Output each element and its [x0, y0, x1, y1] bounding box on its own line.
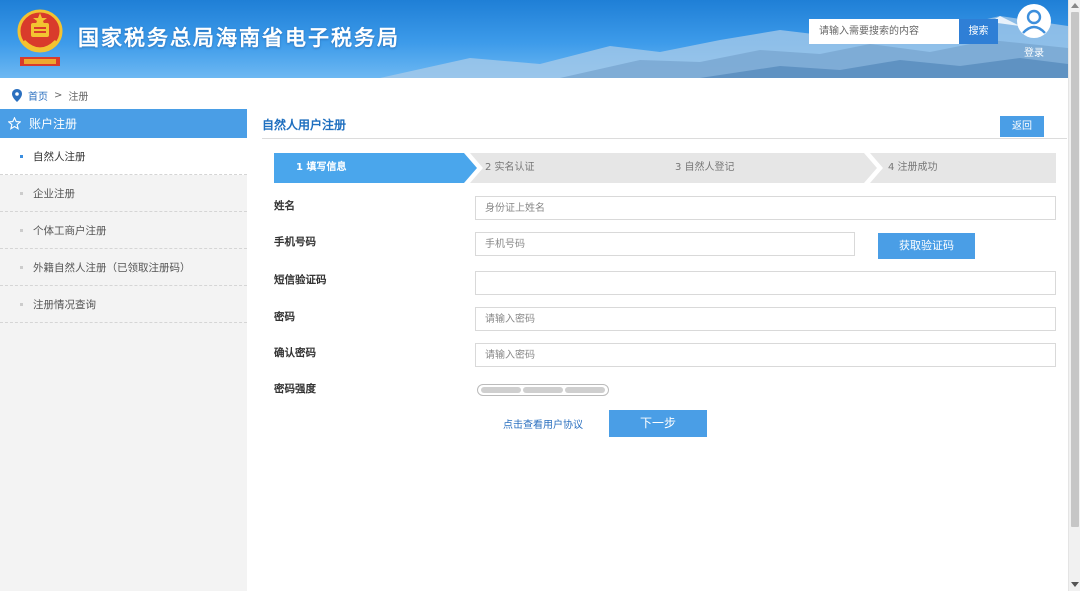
sidebar: 账户注册 自然人注册 企业注册 个体工商户注册 外籍自然人注册（已领取注册码） …: [0, 109, 247, 591]
star-icon: [8, 117, 21, 130]
sidebar-item-foreign-person[interactable]: 外籍自然人注册（已领取注册码）: [0, 249, 247, 286]
sidebar-item-label: 外籍自然人注册（已领取注册码）: [33, 261, 191, 274]
sidebar-item-label: 注册情况查询: [33, 298, 96, 311]
get-code-button[interactable]: 获取验证码: [878, 233, 975, 259]
phone-input[interactable]: [475, 232, 855, 256]
site-title: 国家税务总局海南省电子税务局: [78, 26, 400, 50]
password-strength-meter: [477, 384, 609, 396]
bullet-icon: [20, 228, 23, 232]
sidebar-item-label: 自然人注册: [33, 150, 86, 163]
sidebar-item-natural-person[interactable]: 自然人注册: [0, 138, 247, 175]
login-label: 登录: [1024, 48, 1044, 59]
title-divider: [262, 138, 1067, 139]
scroll-up-icon[interactable]: [1071, 3, 1079, 8]
vertical-scrollbar[interactable]: [1068, 0, 1080, 591]
login-button[interactable]: 登录: [1014, 3, 1054, 59]
password-label: 密码: [274, 311, 295, 323]
tax-emblem-logo: [17, 9, 63, 66]
breadcrumb: 首页 > 注册: [12, 87, 88, 103]
sidebar-heading: 账户注册: [0, 109, 247, 138]
sidebar-item-label: 企业注册: [33, 187, 75, 200]
confirm-password-input[interactable]: [475, 343, 1056, 367]
scroll-down-icon[interactable]: [1071, 582, 1079, 587]
step-real-name-auth: 2 实名认证: [470, 153, 675, 183]
strength-segment: [523, 387, 563, 393]
bullet-icon: [20, 154, 23, 158]
name-label: 姓名: [274, 200, 295, 212]
sidebar-item-enterprise[interactable]: 企业注册: [0, 175, 247, 212]
password-input[interactable]: [475, 307, 1056, 331]
step-fill-info: 1 填写信息: [274, 153, 477, 183]
location-pin-icon: [12, 88, 22, 102]
sidebar-item-individual-business[interactable]: 个体工商户注册: [0, 212, 247, 249]
name-input[interactable]: [475, 196, 1056, 220]
phone-label: 手机号码: [274, 236, 316, 248]
strength-segment: [565, 387, 605, 393]
step-label: 2 实名认证: [485, 162, 535, 173]
step-natural-person-registration: 3 自然人登记: [660, 153, 877, 183]
password-strength-label: 密码强度: [274, 383, 316, 395]
sms-code-label: 短信验证码: [274, 274, 327, 286]
sidebar-heading-label: 账户注册: [29, 117, 78, 131]
step-registration-success: 4 注册成功: [870, 153, 1056, 183]
page-title: 自然人用户注册: [262, 118, 347, 132]
breadcrumb-home-link[interactable]: 首页: [28, 88, 48, 103]
search-input[interactable]: [809, 19, 959, 44]
strength-segment: [481, 387, 521, 393]
user-avatar-icon: [1017, 4, 1051, 38]
user-agreement-link[interactable]: 点击查看用户协议: [503, 416, 583, 431]
site-header: 国家税务总局海南省电子税务局 搜索 登录: [0, 0, 1068, 78]
sms-code-input[interactable]: [475, 271, 1056, 295]
search-button[interactable]: 搜索: [959, 19, 998, 44]
bullet-icon: [20, 302, 23, 306]
sidebar-item-label: 个体工商户注册: [33, 224, 107, 237]
sidebar-item-registration-query[interactable]: 注册情况查询: [0, 286, 247, 323]
scrollbar-thumb[interactable]: [1071, 12, 1079, 527]
step-label: 1 填写信息: [296, 162, 347, 173]
step-label: 4 注册成功: [888, 162, 938, 173]
next-step-button[interactable]: 下一步: [609, 410, 707, 437]
bullet-icon: [20, 265, 23, 269]
bullet-icon: [20, 191, 23, 195]
back-button[interactable]: 返回: [1000, 116, 1044, 137]
progress-steps: 1 填写信息 2 实名认证 3 自然人登记 4 注册成功: [274, 153, 1056, 183]
breadcrumb-current: 注册: [68, 91, 89, 103]
step-label: 3 自然人登记: [675, 162, 735, 173]
confirm-password-label: 确认密码: [274, 347, 316, 359]
breadcrumb-separator: >: [54, 89, 63, 101]
